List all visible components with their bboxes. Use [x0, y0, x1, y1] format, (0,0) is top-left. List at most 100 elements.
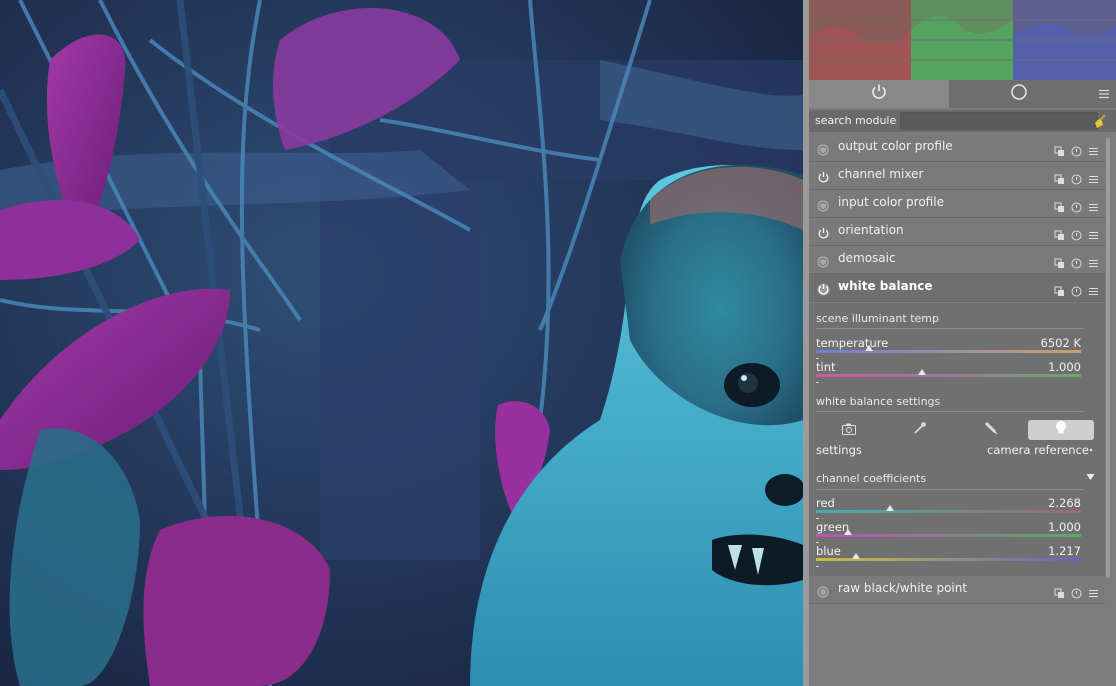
search-input[interactable]: [900, 112, 1098, 130]
slider-mark: [816, 382, 819, 383]
circle-icon: [1010, 83, 1028, 105]
broom-icon[interactable]: [1092, 113, 1108, 133]
presets-icon[interactable]: [1054, 282, 1065, 301]
slider-track: [816, 534, 1081, 537]
circle-icon[interactable]: [817, 583, 829, 602]
reset-icon[interactable]: [1071, 142, 1082, 161]
reset-icon[interactable]: [1071, 282, 1082, 301]
blue-coefficient-slider[interactable]: blue 1.217: [816, 544, 1081, 574]
slider-knob[interactable]: [918, 369, 926, 375]
photo-image: [0, 0, 803, 686]
menu-icon[interactable]: [1088, 226, 1099, 245]
slider-value: 1.000: [1048, 520, 1081, 534]
module-output-color-profile[interactable]: output color profile: [809, 134, 1105, 162]
module-orientation[interactable]: orientation: [809, 218, 1105, 246]
module-channel-mixer[interactable]: channel mixer: [809, 162, 1105, 190]
menu-icon[interactable]: [1088, 282, 1099, 301]
slider-knob[interactable]: [851, 553, 860, 559]
slider-track: [816, 510, 1081, 513]
module-label: channel mixer: [838, 167, 924, 181]
reset-icon[interactable]: [1071, 254, 1082, 273]
power-icon: [870, 83, 888, 105]
module-label: demosaic: [838, 251, 896, 265]
section-wb-settings: white balance settings: [816, 395, 941, 408]
section-scene-illuminant: scene illuminant temp: [816, 312, 939, 325]
tab-all-modules[interactable]: [949, 80, 1089, 108]
slider-knob[interactable]: [843, 529, 852, 535]
module-group-tabs: [809, 80, 1116, 108]
circle-icon[interactable]: [817, 197, 829, 216]
camera-icon: [841, 421, 857, 440]
circle-icon[interactable]: [817, 141, 829, 160]
module-white-balance[interactable]: white balance: [809, 274, 1105, 302]
slider-knob[interactable]: [886, 505, 895, 511]
slider-track: [816, 374, 1081, 377]
menu-icon[interactable]: [1088, 142, 1099, 161]
darkroom-right-panel: search module output color profile chann…: [809, 0, 1116, 686]
module-search-bar: search module: [809, 110, 1116, 132]
reset-icon[interactable]: [1071, 170, 1082, 189]
histogram-graph: [809, 0, 1116, 81]
module-actions: [1054, 142, 1099, 161]
white-balance-controls: scene illuminant temp temperature 6502 K…: [809, 303, 1105, 576]
slider-label: tint: [816, 360, 836, 374]
bulb-button[interactable]: [1028, 420, 1094, 440]
module-actions: [1054, 584, 1099, 603]
presets-icon[interactable]: [1054, 198, 1065, 217]
module-actions: [1054, 282, 1099, 301]
image-canvas[interactable]: [0, 0, 803, 686]
reset-icon[interactable]: [1071, 198, 1082, 217]
module-label: raw black/white point: [838, 581, 968, 595]
menu-icon[interactable]: [1088, 170, 1099, 189]
slider-label: blue: [816, 544, 841, 558]
histogram[interactable]: [809, 0, 1116, 81]
slider-value: 1.000: [1048, 360, 1081, 374]
camera-button[interactable]: [816, 420, 882, 440]
section-channel-coefficients[interactable]: channel coefficients: [816, 472, 926, 485]
module-label: input color profile: [838, 195, 944, 209]
hamburger-icon[interactable]: [1095, 80, 1113, 108]
collapse-arrow-icon[interactable]: [1086, 471, 1095, 484]
presets-icon[interactable]: [1054, 142, 1065, 161]
pencil-icon: [983, 420, 999, 440]
module-input-color-profile[interactable]: input color profile: [809, 190, 1105, 218]
settings-combobox[interactable]: camera reference: [987, 443, 1089, 457]
bulb-icon: [1054, 420, 1068, 440]
module-actions: [1054, 198, 1099, 217]
search-label: search module: [815, 114, 897, 127]
slider-mark: [816, 358, 819, 359]
tab-active-modules[interactable]: [809, 80, 949, 108]
presets-icon[interactable]: [1054, 170, 1065, 189]
module-label: orientation: [838, 223, 904, 237]
presets-icon[interactable]: [1054, 226, 1065, 245]
section-divider: [816, 411, 1083, 412]
slider-value: 1.217: [1048, 544, 1081, 558]
reset-icon[interactable]: [1071, 226, 1082, 245]
eyedropper-button[interactable]: [887, 420, 953, 440]
menu-icon[interactable]: [1088, 254, 1099, 273]
module-label: output color profile: [838, 139, 953, 153]
presets-icon[interactable]: [1054, 584, 1065, 603]
dropdown-dot-icon[interactable]: [1088, 442, 1094, 459]
presets-icon[interactable]: [1054, 254, 1065, 273]
slider-mark: [816, 566, 819, 567]
section-divider: [816, 328, 1083, 329]
power-icon[interactable]: [817, 281, 830, 300]
pencil-button[interactable]: [958, 420, 1024, 440]
module-raw-black-white-point[interactable]: raw black/white point: [809, 576, 1105, 604]
slider-mark: [816, 542, 819, 543]
menu-icon[interactable]: [1088, 584, 1099, 603]
tint-slider[interactable]: tint 1.000: [816, 360, 1081, 390]
menu-icon[interactable]: [1088, 198, 1099, 217]
power-icon[interactable]: [817, 169, 830, 188]
module-actions: [1054, 226, 1099, 245]
module-actions: [1054, 170, 1099, 189]
module-demosaic[interactable]: demosaic: [809, 246, 1105, 274]
slider-knob[interactable]: [865, 345, 873, 351]
slider-label: red: [816, 496, 835, 510]
slider-label: temperature: [816, 336, 889, 350]
circle-icon[interactable]: [817, 253, 829, 272]
panel-scrollbar[interactable]: [1106, 138, 1110, 578]
reset-icon[interactable]: [1071, 584, 1082, 603]
power-icon[interactable]: [817, 225, 830, 244]
